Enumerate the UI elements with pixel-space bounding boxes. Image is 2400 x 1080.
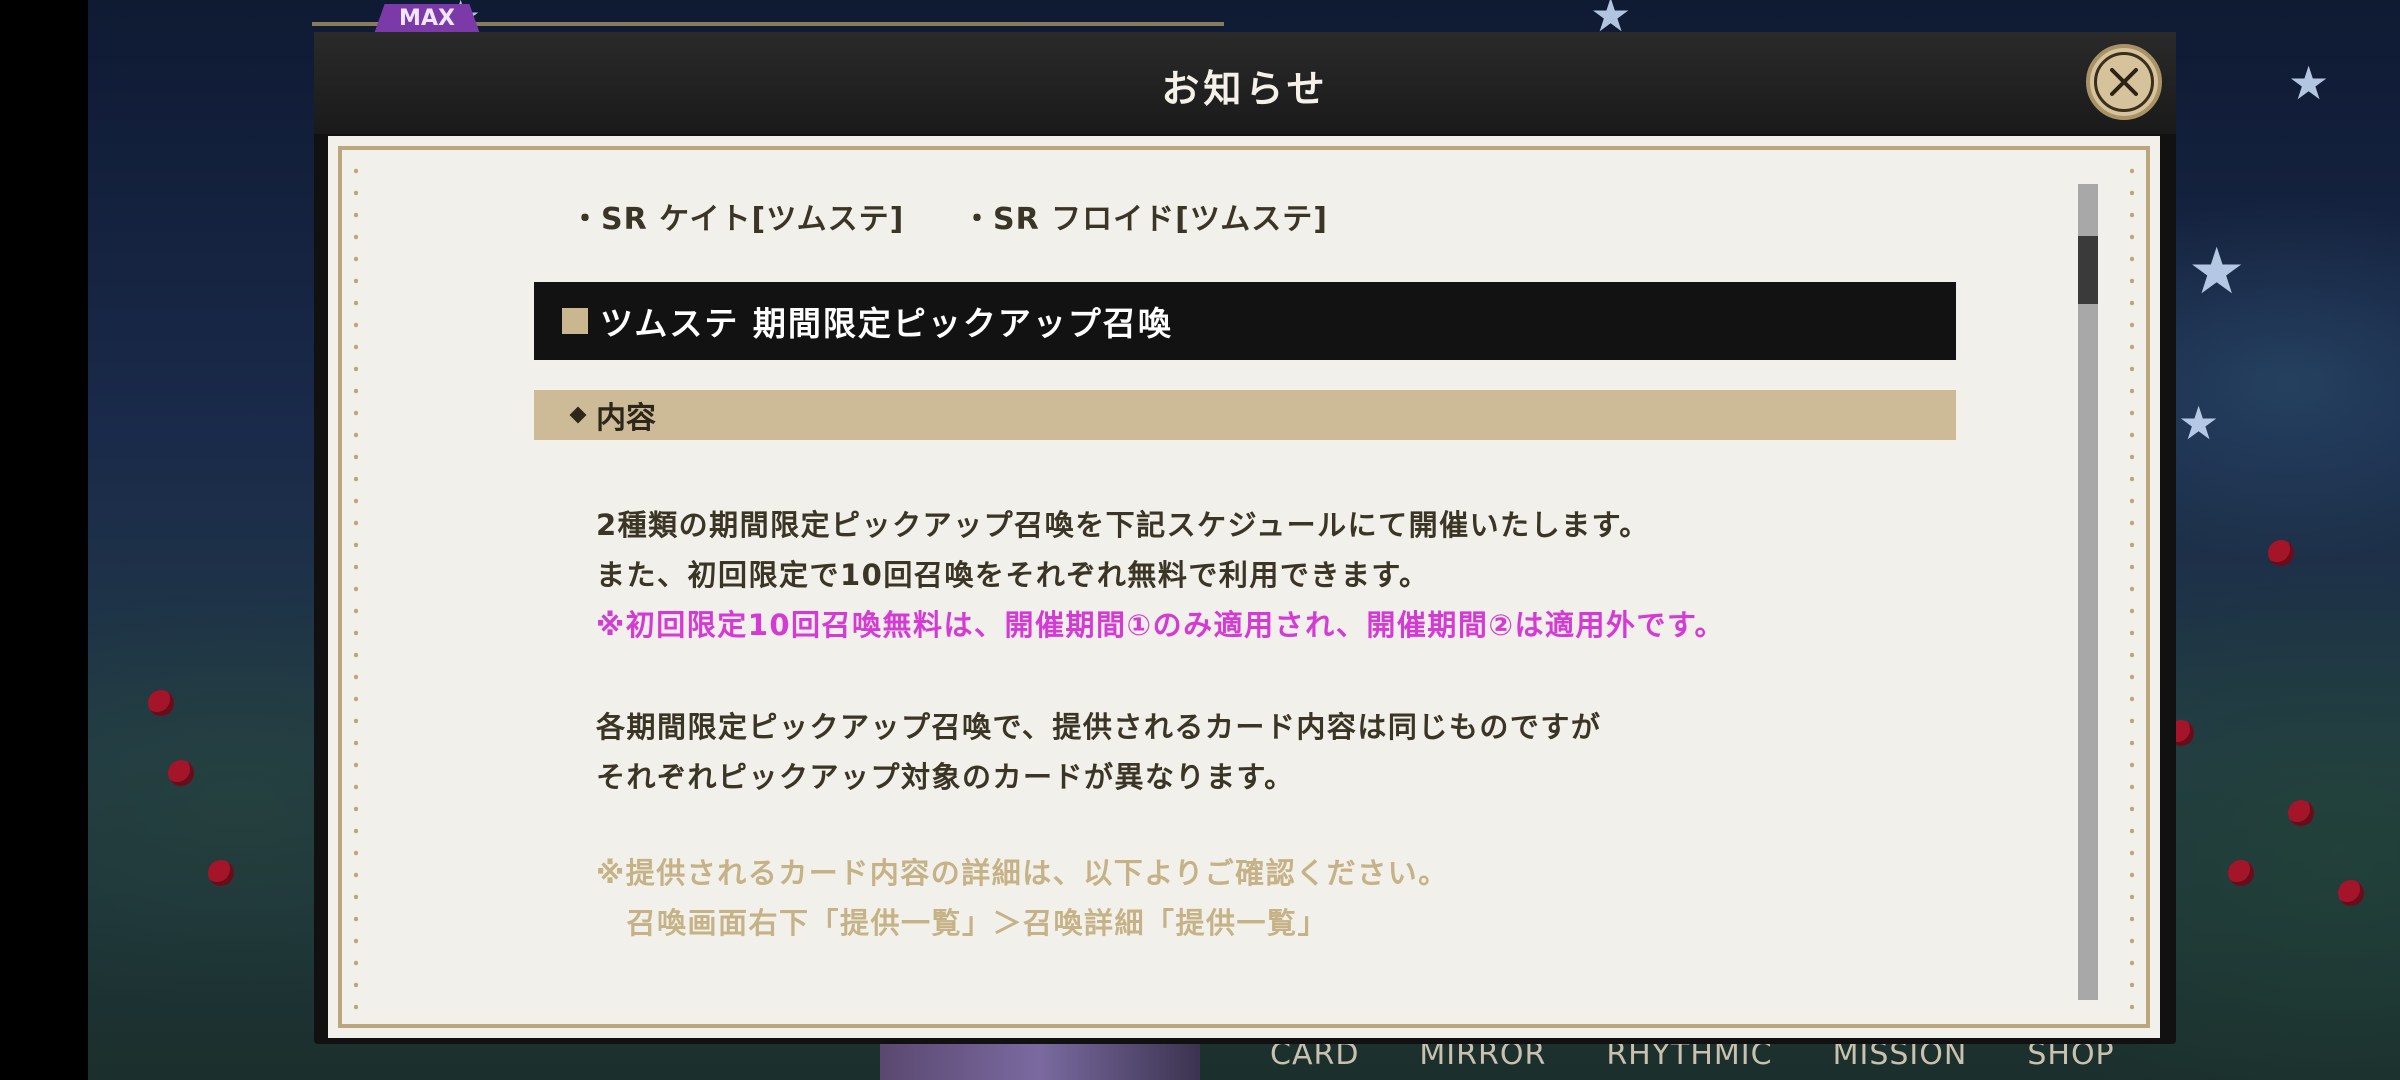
detail-note-line: 召喚画面右下「提供一覧」＞召喚詳細「提供一覧」 bbox=[596, 906, 1329, 940]
paragraph-line: また、初回限定で10回召喚をそれぞれ無料で利用できます。 bbox=[596, 558, 1430, 592]
berry bbox=[168, 760, 194, 786]
berry bbox=[2228, 860, 2254, 886]
max-badge: MAX bbox=[374, 4, 480, 34]
close-icon bbox=[2094, 52, 2154, 112]
scrollbar[interactable] bbox=[2078, 184, 2098, 1000]
paragraph-line: それぞれピックアップ対象のカードが異なります。 bbox=[596, 760, 1295, 794]
berry bbox=[2288, 800, 2314, 826]
notice-content-panel[interactable]: ・SR ケイト[ツムステ] ・SR フロイド[ツムステ] ツムステ 期間限定ピッ… bbox=[328, 136, 2160, 1038]
highlight-note: ※初回限定10回召喚無料は、開催期間①のみ適用され、開催期間②は適用外です。 bbox=[596, 608, 1726, 642]
section-heading: ツムステ 期間限定ピックアップ召喚 bbox=[534, 282, 1956, 360]
section-heading-text: ツムステ 期間限定ピックアップ召喚 bbox=[600, 304, 1173, 343]
close-button[interactable] bbox=[2086, 44, 2162, 120]
character-sprite bbox=[880, 1040, 1200, 1080]
sr-item-floyd: ・SR フロイド[ツムステ] bbox=[962, 202, 1328, 237]
star-icon: ★ bbox=[2188, 235, 2246, 309]
scrollbar-thumb[interactable] bbox=[2078, 236, 2098, 304]
paragraph-line: 各期間限定ピックアップ召喚で、提供されるカード内容は同じものですが bbox=[596, 710, 1602, 744]
berry bbox=[208, 860, 234, 886]
star-icon: ★ bbox=[2178, 396, 2220, 450]
subsection-heading: 内容 bbox=[534, 390, 1956, 440]
left-black-bar bbox=[0, 0, 88, 1080]
modal-header: お知らせ bbox=[314, 32, 2176, 134]
star-icon: ★ bbox=[2288, 56, 2330, 110]
notice-body: ・SR ケイト[ツムステ] ・SR フロイド[ツムステ] ツムステ 期間限定ピッ… bbox=[328, 136, 2160, 1038]
berry bbox=[2338, 880, 2364, 906]
modal-title: お知らせ bbox=[1161, 67, 1329, 111]
sr-item-kate: ・SR ケイト[ツムステ] bbox=[570, 202, 905, 237]
notice-modal: お知らせ ・SR ケイト[ツムステ] ・SR フロイド[ツムステ] ツムステ 期… bbox=[314, 32, 2176, 1044]
paragraph-line: 2種類の期間限定ピックアップ召喚を下記スケジュールにて開催いたします。 bbox=[596, 508, 1650, 542]
berry bbox=[2268, 540, 2294, 566]
detail-note-line: ※提供されるカード内容の詳細は、以下よりご確認ください。 bbox=[596, 856, 1449, 890]
berry bbox=[148, 690, 174, 716]
square-bullet-icon bbox=[562, 308, 588, 334]
subsection-heading-text: 内容 bbox=[596, 401, 656, 436]
diamond-bullet-icon bbox=[569, 406, 587, 424]
